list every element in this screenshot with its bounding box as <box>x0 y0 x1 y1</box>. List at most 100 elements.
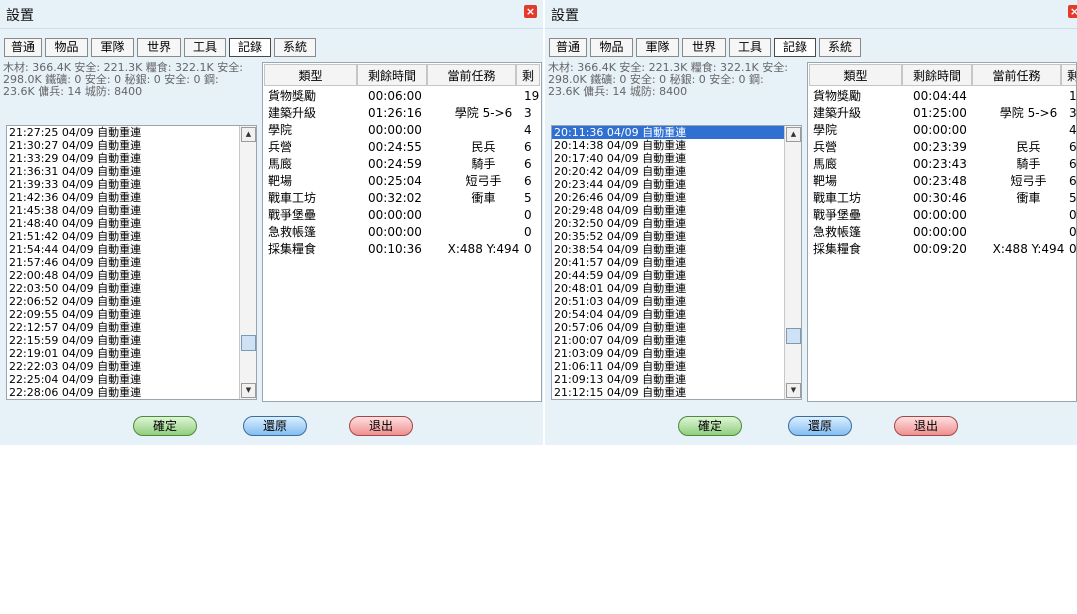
log-entry[interactable]: 20:38:54 04/09 自動重連 <box>552 243 801 256</box>
tab-4[interactable]: 世界 <box>137 38 181 57</box>
column-header[interactable]: 當前任務 <box>972 64 1061 86</box>
column-header[interactable]: 剩 <box>1061 64 1076 86</box>
restore-button[interactable]: 還原 <box>243 416 307 436</box>
column-header[interactable]: 剩餘時間 <box>357 64 427 86</box>
log-entry[interactable]: 20:44:59 04/09 自動重連 <box>552 269 801 282</box>
log-entry[interactable]: 22:25:04 04/09 自動重連 <box>7 373 256 386</box>
exit-button[interactable]: 退出 <box>894 416 958 436</box>
log-entry[interactable]: 21:00:07 04/09 自動重連 <box>552 334 801 347</box>
tab-6[interactable]: 記錄 <box>774 38 816 57</box>
close-icon[interactable]: × <box>524 5 537 18</box>
column-header[interactable]: 剩餘時間 <box>902 64 972 86</box>
log-entry[interactable]: 21:54:44 04/09 自動重連 <box>7 243 256 256</box>
table-row[interactable]: 兵營 00:24:55 民兵 6 <box>264 139 541 156</box>
log-entry[interactable]: 20:29:48 04/09 自動重連 <box>552 204 801 217</box>
tab-7[interactable]: 系統 <box>819 38 861 57</box>
restore-button[interactable]: 還原 <box>788 416 852 436</box>
scroll-up-icon[interactable]: ▲ <box>786 127 801 142</box>
scroll-down-icon[interactable]: ▼ <box>241 383 256 398</box>
table-row[interactable]: 建築升級 01:26:16 學院 5->6 3 <box>264 105 541 122</box>
tab-5[interactable]: 工具 <box>184 38 226 57</box>
table-row[interactable]: 靶場 00:23:48 短弓手 6 <box>809 173 1076 190</box>
log-entry[interactable]: 20:11:36 04/09 自動重連 <box>552 126 786 139</box>
log-list[interactable]: 21:27:25 04/09 自動重連 21:30:27 04/09 自動重連 21… <box>6 125 257 400</box>
table-row[interactable]: 靶場 00:25:04 短弓手 6 <box>264 173 541 190</box>
log-entry[interactable]: 22:15:59 04/09 自動重連 <box>7 334 256 347</box>
tab-7[interactable]: 系統 <box>274 38 316 57</box>
scroll-down-icon[interactable]: ▼ <box>786 383 801 398</box>
log-entry[interactable]: 20:35:52 04/09 自動重連 <box>552 230 801 243</box>
log-entry[interactable]: 20:23:44 04/09 自動重連 <box>552 178 801 191</box>
table-row[interactable]: 貨物獎勵 00:04:44 19 <box>809 88 1076 105</box>
table-row[interactable]: 採集糧食 00:10:36 X:488 Y:494 0 <box>264 241 541 258</box>
log-entry[interactable]: 21:51:42 04/09 自動重連 <box>7 230 256 243</box>
table-row[interactable]: 學院 00:00:00 4 <box>264 122 541 139</box>
tab-2[interactable]: 物品 <box>590 38 633 57</box>
log-entry[interactable]: 21:33:29 04/09 自動重連 <box>7 152 256 165</box>
table-row[interactable]: 戰爭堡壘 00:00:00 0 <box>264 207 541 224</box>
tab-3[interactable]: 軍隊 <box>91 38 134 57</box>
log-list[interactable]: 20:11:36 04/09 自動重連 20:14:38 04/09 自動重連 20… <box>551 125 802 400</box>
table-row[interactable]: 馬廄 00:23:43 騎手 6 <box>809 156 1076 173</box>
log-entry[interactable]: 21:39:33 04/09 自動重連 <box>7 178 256 191</box>
tab-3[interactable]: 軍隊 <box>636 38 679 57</box>
column-header[interactable]: 類型 <box>809 64 902 86</box>
log-scrollbar[interactable]: ▲ ▼ <box>784 126 801 399</box>
log-entry[interactable]: 21:03:09 04/09 自動重連 <box>552 347 801 360</box>
table-row[interactable]: 採集糧食 00:09:20 X:488 Y:494 0 <box>809 241 1076 258</box>
table-row[interactable]: 學院 00:00:00 4 <box>809 122 1076 139</box>
table-row[interactable]: 急救帳篷 00:00:00 0 <box>809 224 1076 241</box>
table-row[interactable]: 兵營 00:23:39 民兵 6 <box>809 139 1076 156</box>
log-entry[interactable]: 22:28:06 04/09 自動重連 <box>7 386 256 399</box>
log-entry[interactable]: 22:03:50 04/09 自動重連 <box>7 282 256 295</box>
log-entry[interactable]: 21:27:25 04/09 自動重連 <box>7 126 256 139</box>
log-entry[interactable]: 21:57:46 04/09 自動重連 <box>7 256 256 269</box>
log-entry[interactable]: 20:48:01 04/09 自動重連 <box>552 282 801 295</box>
log-entry[interactable]: 21:48:40 04/09 自動重連 <box>7 217 256 230</box>
table-row[interactable]: 貨物獎勵 00:06:00 19 <box>264 88 541 105</box>
log-entry[interactable]: 20:20:42 04/09 自動重連 <box>552 165 801 178</box>
tab-2[interactable]: 物品 <box>45 38 88 57</box>
log-entry[interactable]: 20:54:04 04/09 自動重連 <box>552 308 801 321</box>
tab-6[interactable]: 記錄 <box>229 38 271 57</box>
log-entry[interactable]: 22:19:01 04/09 自動重連 <box>7 347 256 360</box>
log-entry[interactable]: 21:09:13 04/09 自動重連 <box>552 373 801 386</box>
log-entry[interactable]: 21:36:31 04/09 自動重連 <box>7 165 256 178</box>
log-entry[interactable]: 22:22:03 04/09 自動重連 <box>7 360 256 373</box>
log-scrollbar[interactable]: ▲ ▼ <box>239 126 256 399</box>
table-row[interactable]: 戰爭堡壘 00:00:00 0 <box>809 207 1076 224</box>
log-entry[interactable]: 22:00:48 04/09 自動重連 <box>7 269 256 282</box>
tab-1[interactable]: 普通 <box>549 38 587 57</box>
log-entry[interactable]: 20:51:03 04/09 自動重連 <box>552 295 801 308</box>
table-row[interactable]: 馬廄 00:24:59 騎手 6 <box>264 156 541 173</box>
table-row[interactable]: 急救帳篷 00:00:00 0 <box>264 224 541 241</box>
scroll-thumb[interactable] <box>241 335 256 351</box>
log-entry[interactable]: 20:57:06 04/09 自動重連 <box>552 321 801 334</box>
column-header[interactable]: 類型 <box>264 64 357 86</box>
log-entry[interactable]: 21:45:38 04/09 自動重連 <box>7 204 256 217</box>
log-entry[interactable]: 20:26:46 04/09 自動重連 <box>552 191 801 204</box>
log-entry[interactable]: 21:42:36 04/09 自動重連 <box>7 191 256 204</box>
tab-4[interactable]: 世界 <box>682 38 726 57</box>
exit-button[interactable]: 退出 <box>349 416 413 436</box>
table-row[interactable]: 戰車工坊 00:32:02 衝車 5 <box>264 190 541 207</box>
log-entry[interactable]: 22:09:55 04/09 自動重連 <box>7 308 256 321</box>
close-icon[interactable]: × <box>1068 5 1077 18</box>
log-entry[interactable]: 20:41:57 04/09 自動重連 <box>552 256 801 269</box>
log-entry[interactable]: 20:32:50 04/09 自動重連 <box>552 217 801 230</box>
tab-1[interactable]: 普通 <box>4 38 42 57</box>
log-entry[interactable]: 21:12:15 04/09 自動重連 <box>552 386 801 399</box>
log-entry[interactable]: 22:12:57 04/09 自動重連 <box>7 321 256 334</box>
scroll-thumb[interactable] <box>786 328 801 344</box>
log-entry[interactable]: 20:14:38 04/09 自動重連 <box>552 139 801 152</box>
table-row[interactable]: 建築升級 01:25:00 學院 5->6 3 <box>809 105 1076 122</box>
column-header[interactable]: 當前任務 <box>427 64 516 86</box>
scroll-up-icon[interactable]: ▲ <box>241 127 256 142</box>
column-header[interactable]: 剩 <box>516 64 540 86</box>
log-entry[interactable]: 21:30:27 04/09 自動重連 <box>7 139 256 152</box>
confirm-button[interactable]: 確定 <box>133 416 197 436</box>
table-row[interactable]: 戰車工坊 00:30:46 衝車 5 <box>809 190 1076 207</box>
log-entry[interactable]: 20:17:40 04/09 自動重連 <box>552 152 801 165</box>
log-entry[interactable]: 21:06:11 04/09 自動重連 <box>552 360 801 373</box>
confirm-button[interactable]: 確定 <box>678 416 742 436</box>
